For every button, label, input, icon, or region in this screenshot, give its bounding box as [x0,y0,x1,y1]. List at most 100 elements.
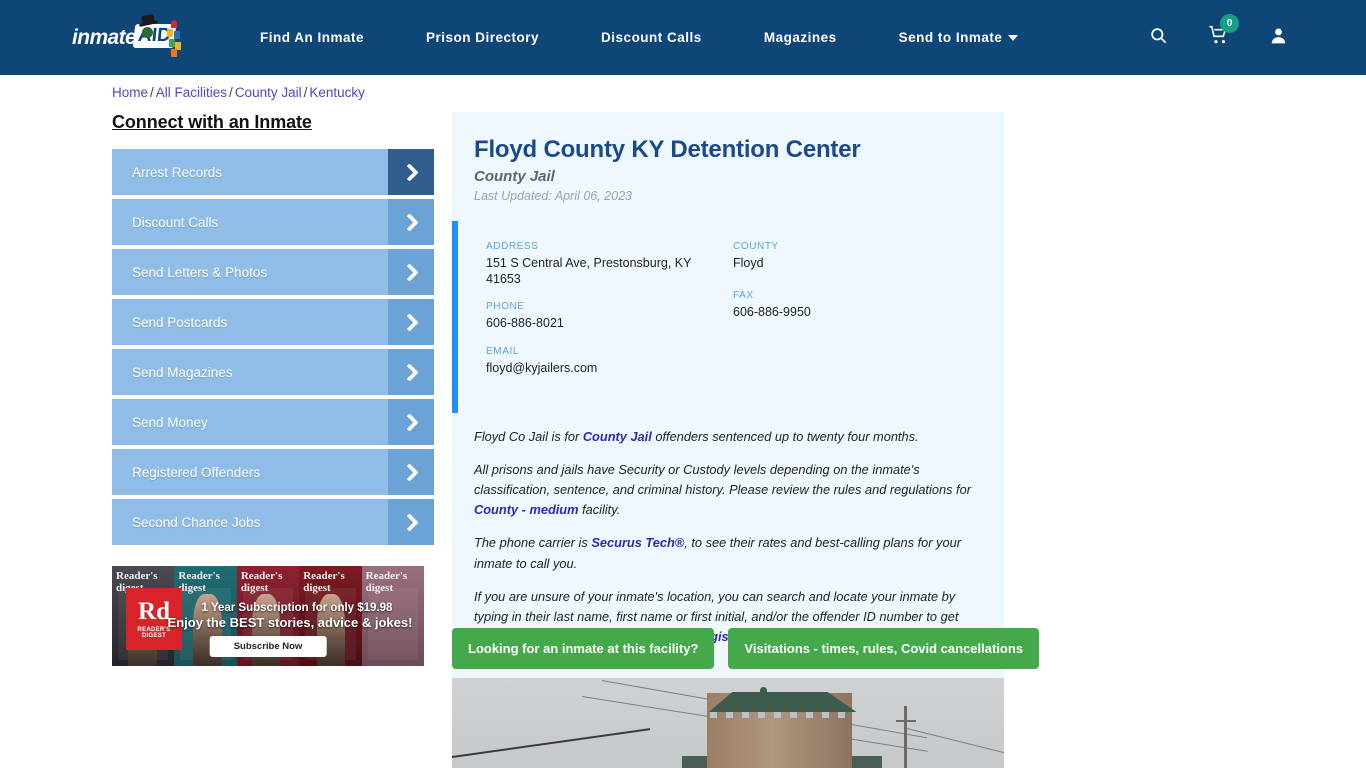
contact-column-left: ADDRESS 151 S Central Ave, Prestonsburg,… [486,241,733,391]
field-value: 151 S Central Ave, Prestonsburg, KY 4165… [486,256,692,286]
contact-field-phone: PHONE 606-886-8021 [486,301,733,332]
inmate-search-button[interactable]: Looking for an inmate at this facility? [452,628,715,669]
contact-field-address: ADDRESS 151 S Central Ave, Prestonsburg,… [486,241,733,287]
header-icon-group: 0 [1149,0,1288,75]
ad-headline-primary: 1 Year Subscription for only $19.98 [201,602,393,614]
chevron-right-icon [388,199,434,245]
sidebar-item-label: Second Chance Jobs [132,514,261,530]
power-line [452,728,651,758]
nav-label: Find An Inmate [260,30,364,45]
user-account-icon[interactable] [1269,26,1288,50]
chevron-right-icon [388,499,434,545]
ad-headline-secondary: Enjoy the BEST stories, advice & jokes! [167,615,413,630]
chevron-right-icon [388,149,434,195]
inline-link[interactable]: Securus Tech® [591,535,684,550]
field-value: floyd@kyjailers.com [486,360,598,375]
breadcrumb-separator: / [150,85,154,100]
utility-pole-crossarm [896,720,916,722]
sidebar-item-label: Send Postcards [132,314,228,330]
nav-label: Prison Directory [426,30,540,45]
breadcrumb: Home / All Facilities / County Jail / Kentucky [112,85,365,100]
sidebar-item-label: Registered Offenders [132,464,261,480]
field-label: FAX [733,289,754,301]
sidebar-item-label: Send Letters & Photos [132,264,268,280]
field-value: Floyd [733,256,764,270]
sidebar-item-send-magazines[interactable]: Send Magazines [112,349,434,395]
sidebar-item-label: Send Money [132,414,208,430]
inline-link[interactable]: County Jail [583,429,652,444]
nav-label: Discount Calls [601,30,702,45]
sidebar-item-registered-offenders[interactable]: Registered Offenders [112,449,434,495]
breadcrumb-item-all-facilities[interactable]: All Facilities [156,85,227,100]
ad-subscribe-button[interactable]: Subscribe Now [209,636,327,657]
nav-label: Send to Inmate [898,30,1003,45]
description-paragraph: All prisons and jails have Security or C… [474,460,980,521]
sidebar: Connect with an Inmate Arrest Records Di… [112,112,434,549]
breadcrumb-item-county-jail[interactable]: County Jail [235,85,302,100]
nav-prison-directory[interactable]: Prison Directory [426,30,539,45]
cart-count-badge: 0 [1220,14,1239,33]
chevron-right-icon [388,349,434,395]
nav-find-an-inmate[interactable]: Find An Inmate [260,30,364,45]
breadcrumb-item-kentucky[interactable]: Kentucky [309,85,365,100]
nav-magazines[interactable]: Magazines [764,30,837,45]
field-value: 606-886-9950 [733,304,811,319]
contact-field-email: EMAIL floyd@kyjailers.com [486,346,733,377]
chevron-right-icon [388,299,434,345]
chevron-right-icon [388,449,434,495]
description-paragraph: Floyd Co Jail is for County Jail offende… [474,427,980,447]
sidebar-item-send-letters-photos[interactable]: Send Letters & Photos [112,249,434,295]
paragraph-text: facility. [578,502,621,518]
chevron-down-icon [1008,34,1019,41]
facility-header: Floyd County KY Detention Center County … [452,112,1004,221]
nav-send-to-inmate[interactable]: Send to Inmate [899,30,1019,45]
advertisement-banner[interactable]: Reader's digest Reader's digest Reader's… [112,566,424,666]
nav-label: Magazines [763,30,837,45]
paragraph-text: Floyd Co Jail is for [474,428,583,444]
sidebar-item-arrest-records[interactable]: Arrest Records [112,149,434,195]
sidebar-item-label: Arrest Records [132,164,223,180]
site-header: inmate AID Find An Inmate Prison Directo… [0,0,1366,75]
sidebar-item-label: Send Magazines [132,364,233,380]
field-value: 606-886-8021 [486,316,564,331]
facility-contact-block: ADDRESS 151 S Central Ave, Prestonsburg,… [452,221,1004,413]
search-icon[interactable] [1149,26,1168,50]
main-navigation: Find An Inmate Prison Directory Discount… [260,0,1080,75]
sidebar-heading: Connect with an Inmate [112,112,312,132]
facility-detail-panel: Floyd County KY Detention Center County … [452,112,1004,683]
nav-discount-calls[interactable]: Discount Calls [601,30,702,45]
field-label: EMAIL [486,345,520,357]
sidebar-item-label: Discount Calls [132,214,219,230]
description-paragraph: The phone carrier is Securus Tech®, to s… [474,533,980,573]
visitation-info-button[interactable]: Visitations - times, rules, Covid cancel… [728,628,1040,669]
paragraph-text: offenders sentenced up to twenty four mo… [651,428,919,444]
paragraph-text: The phone carrier is [474,535,592,551]
utility-pole [904,706,907,768]
cart-icon[interactable]: 0 [1208,14,1239,50]
field-label: ADDRESS [486,241,539,252]
logo-wordmark: inmate [72,26,137,49]
facility-type-label: County Jail [474,168,555,185]
contact-field-county: COUNTY Floyd [733,241,980,272]
sidebar-item-discount-calls[interactable]: Discount Calls [112,199,434,245]
sidebar-item-send-postcards[interactable]: Send Postcards [112,299,434,345]
field-label: COUNTY [733,241,779,252]
last-updated-text: Last Updated: April 06, 2023 [474,189,632,203]
breadcrumb-separator: / [229,85,233,100]
paragraph-text: All prisons and jails have Security or C… [474,461,971,497]
sidebar-item-send-money[interactable]: Send Money [112,399,434,445]
inline-link[interactable]: County - medium [474,502,579,517]
confetti-icon [165,20,187,58]
tower-finial [760,687,767,694]
logo-face-icon [142,27,153,38]
breadcrumb-separator: / [303,85,308,100]
field-label: PHONE [486,301,525,313]
page-title: Floyd County KY Detention Center [474,136,861,163]
breadcrumb-item-home[interactable]: Home [112,85,148,100]
site-logo[interactable]: inmate AID [72,18,196,58]
top-hat-icon [140,15,160,28]
facility-exterior-photo [452,678,1004,768]
chevron-right-icon [388,249,434,295]
sidebar-item-second-chance-jobs[interactable]: Second Chance Jobs [112,499,434,545]
contact-column-right: COUNTY Floyd FAX 606-886-9950 [733,241,980,391]
